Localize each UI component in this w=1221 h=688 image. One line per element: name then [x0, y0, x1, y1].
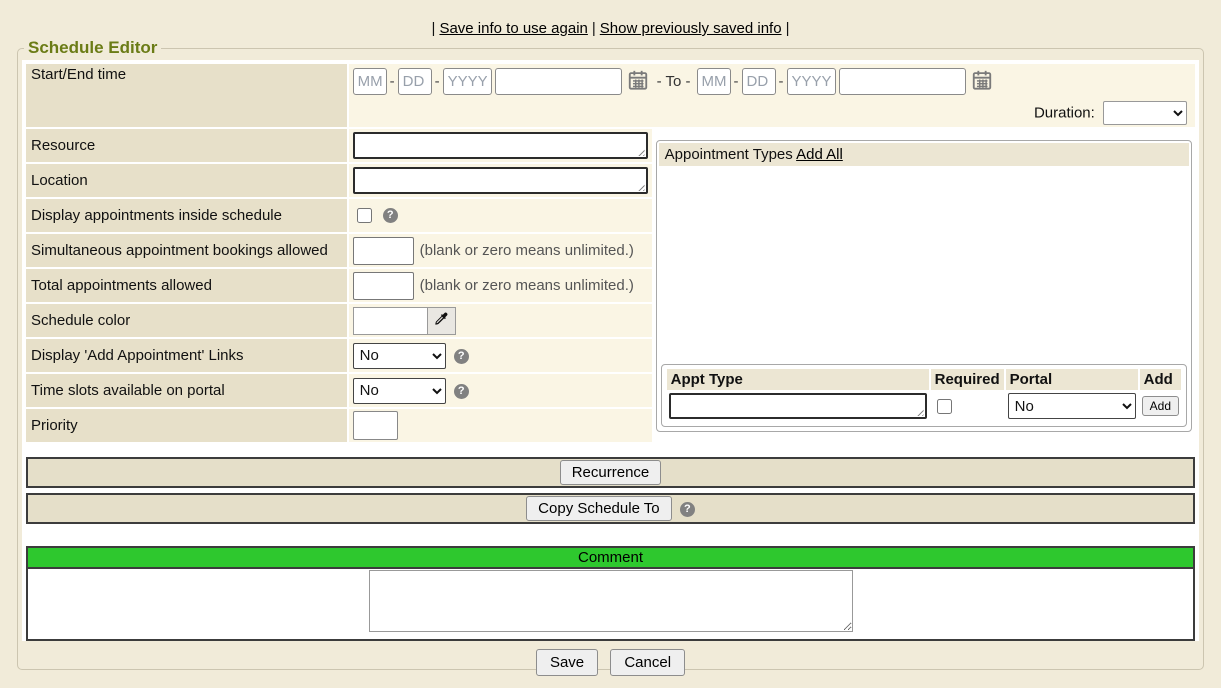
separator: |: [786, 20, 790, 37]
add-appt-type-button[interactable]: Add: [1142, 396, 1179, 416]
add-links-cell: No ?: [349, 339, 652, 372]
priority-cell: [349, 409, 652, 442]
start-end-cell: - -: [349, 64, 1195, 127]
form-body: Start/End time - -: [22, 60, 1199, 641]
add-header: Add: [1140, 369, 1181, 390]
portal-cell: No: [1006, 392, 1138, 420]
copy-schedule-button[interactable]: Copy Schedule To: [526, 496, 671, 521]
help-icon[interactable]: ?: [454, 349, 469, 364]
appt-type-table: Appt Type Required Portal Add: [665, 367, 1183, 422]
saved-info-links: |Save info to use again|Show previously …: [0, 0, 1221, 38]
help-icon[interactable]: ?: [454, 384, 469, 399]
end-year-input[interactable]: [787, 68, 836, 95]
copy-schedule-bar: Copy Schedule To ?: [26, 493, 1195, 524]
to-label: - To -: [657, 73, 691, 90]
location-cell: [349, 164, 652, 197]
appointment-types-header: Appointment Types Add All: [659, 143, 1189, 166]
appt-type-add-box: Appt Type Required Portal Add: [661, 364, 1187, 427]
required-header: Required: [931, 369, 1004, 390]
simultaneous-hint: (blank or zero means unlimited.): [420, 242, 634, 259]
start-time-input[interactable]: [495, 68, 622, 95]
resource-input[interactable]: [353, 132, 648, 159]
end-day-input[interactable]: [742, 68, 776, 95]
show-saved-link[interactable]: Show previously saved info: [600, 20, 782, 37]
resource-cell: [349, 129, 652, 162]
eyedropper-icon: [433, 311, 449, 330]
help-icon[interactable]: ?: [680, 502, 695, 517]
total-appointments-input[interactable]: [353, 272, 414, 300]
required-cell: [931, 392, 1004, 420]
portal-slots-label: Time slots available on portal: [26, 374, 347, 407]
recurrence-button[interactable]: Recurrence: [560, 460, 662, 485]
date-dash: -: [734, 73, 739, 90]
required-checkbox[interactable]: [937, 399, 952, 414]
end-time-input[interactable]: [839, 68, 966, 95]
priority-input[interactable]: [353, 411, 398, 440]
end-month-input[interactable]: [697, 68, 731, 95]
duration-label: Duration:: [1034, 105, 1095, 122]
display-inside-cell: ?: [349, 199, 652, 232]
comment-title: Comment: [28, 548, 1193, 569]
schedule-editor-form: Schedule Editor Start/End time - -: [17, 38, 1204, 670]
display-inside-checkbox[interactable]: [357, 208, 372, 223]
schedule-color-input[interactable]: [353, 307, 427, 335]
date-dash: -: [779, 73, 784, 90]
color-picker-button[interactable]: [427, 307, 456, 335]
add-links-label: Display 'Add Appointment' Links: [26, 339, 347, 372]
appt-portal-select[interactable]: No: [1008, 393, 1136, 419]
help-icon[interactable]: ?: [383, 208, 398, 223]
add-cell: Add: [1140, 392, 1181, 420]
portal-slots-cell: No ?: [349, 374, 652, 407]
appointment-types-title: Appointment Types: [665, 146, 793, 163]
total-appointments-label: Total appointments allowed: [26, 269, 347, 302]
comment-section: Comment: [26, 546, 1195, 641]
display-inside-label: Display appointments inside schedule: [26, 199, 347, 232]
start-day-input[interactable]: [398, 68, 432, 95]
simultaneous-label: Simultaneous appointment bookings allowe…: [26, 234, 347, 267]
date-dash: -: [390, 73, 395, 90]
total-appointments-cell: (blank or zero means unlimited.): [349, 269, 652, 302]
schedule-fields-table: Start/End time - -: [24, 62, 1197, 444]
total-hint: (blank or zero means unlimited.): [420, 277, 634, 294]
appointment-types-panel: Appointment Types Add All Appt Type Requ…: [656, 140, 1192, 432]
portal-slots-select[interactable]: No: [353, 378, 446, 404]
recurrence-bar: Recurrence: [26, 457, 1195, 488]
priority-label: Priority: [26, 409, 347, 442]
separator: |: [592, 20, 596, 37]
calendar-icon[interactable]: [627, 69, 649, 95]
duration-select[interactable]: [1103, 101, 1187, 125]
schedule-color-label: Schedule color: [26, 304, 347, 337]
comment-textarea[interactable]: [369, 570, 853, 632]
simultaneous-cell: (blank or zero means unlimited.): [349, 234, 652, 267]
form-actions: Save Cancel: [22, 641, 1199, 676]
appt-type-header: Appt Type: [667, 369, 929, 390]
calendar-icon[interactable]: [971, 69, 993, 95]
location-label: Location: [26, 164, 347, 197]
simultaneous-input[interactable]: [353, 237, 414, 265]
date-dash: -: [435, 73, 440, 90]
appointment-types-cell: Appointment Types Add All Appt Type Requ…: [654, 129, 1195, 442]
start-year-input[interactable]: [443, 68, 492, 95]
save-info-link[interactable]: Save info to use again: [439, 20, 587, 37]
appt-type-input-cell: [667, 392, 929, 420]
start-end-label: Start/End time: [26, 64, 347, 127]
resource-label: Resource: [26, 129, 347, 162]
separator: |: [432, 20, 436, 37]
cancel-button[interactable]: Cancel: [610, 649, 685, 676]
location-input[interactable]: [353, 167, 648, 194]
appointment-types-list: [659, 166, 1189, 362]
appt-type-input[interactable]: [669, 393, 927, 419]
page-title: Schedule Editor: [24, 38, 161, 58]
save-button[interactable]: Save: [536, 649, 598, 676]
comment-body: [28, 569, 1193, 639]
start-month-input[interactable]: [353, 68, 387, 95]
schedule-color-cell: [349, 304, 652, 337]
add-links-select[interactable]: No: [353, 343, 446, 369]
add-all-link[interactable]: Add All: [796, 146, 843, 163]
portal-header: Portal: [1006, 369, 1138, 390]
